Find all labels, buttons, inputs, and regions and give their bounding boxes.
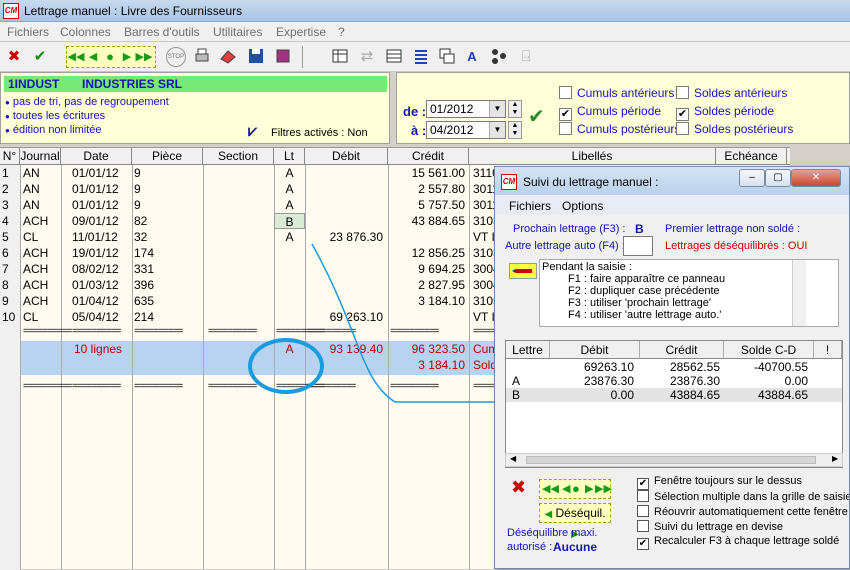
premier-lettrage-label: Premier lettrage non soldé :	[665, 223, 801, 235]
help-line: F1 : faire apparaître ce panneau	[568, 273, 726, 285]
previous-icon: ◀	[544, 509, 553, 520]
col-lettre[interactable]: Lettre	[506, 341, 550, 359]
cell-credit: 23876.30	[669, 374, 720, 388]
col-solde[interactable]: Solde C-D	[724, 341, 814, 359]
scroll-thumb[interactable]	[526, 456, 816, 464]
checkbox-label: Réouvrir automatiquement cette fenêtre	[654, 506, 848, 518]
cell-solde: 0.00	[784, 374, 808, 388]
lettrage-dialog: CM Suivi du lettrage manuel : – ▢ ✕ Fich…	[494, 166, 850, 569]
cell-debit: 0.00	[610, 388, 634, 402]
desequilibres-status: Lettrages déséquilibrés : OUI	[665, 240, 808, 252]
checkbox-box	[637, 505, 649, 517]
pen-icon	[509, 263, 537, 279]
cell-debit: 69263.10	[583, 360, 634, 374]
table-row[interactable]: 69263.10 28562.55 -40700.55	[506, 360, 842, 374]
dialog-rows: 69263.10 28562.55 -40700.55 A 23876.30 23876.…	[506, 360, 842, 420]
autorise-label: autorisé :	[507, 541, 553, 553]
dialog-option-checkbox[interactable]: Suivi du lettrage en devise	[637, 520, 783, 533]
cell-solde: 43884.65	[757, 388, 808, 402]
autre-lettrage-input[interactable]	[623, 236, 653, 256]
cell-credit: 28562.55	[669, 360, 720, 374]
dialog-logo-icon: CM	[501, 174, 517, 190]
col-flag[interactable]: !	[814, 341, 842, 359]
dialog-navigation-group: ◀◀ ◀ ● ▶ ▶▶	[539, 479, 612, 499]
current-icon[interactable]: ●	[572, 481, 580, 496]
minimize-icon[interactable]: –	[739, 169, 765, 187]
autorise-value: Aucune	[553, 540, 598, 554]
help-scrollbar[interactable]	[792, 260, 806, 326]
cell-credit: 43884.65	[669, 388, 720, 402]
dialog-option-checkbox[interactable]: ✔ Recalculer F3 à chaque lettrage soldé	[637, 535, 839, 550]
desequilibre-max-label: Déséquilibre maxi.	[507, 527, 598, 539]
last-icon[interactable]: ▶▶	[595, 482, 612, 495]
checkbox-label: Fenêtre toujours sur le dessus	[654, 475, 802, 487]
lettrage-summary-grid: Lettre Débit Crédit Solde C-D ! 69263.10…	[505, 340, 843, 468]
cancel-icon[interactable]: ✖	[511, 477, 526, 498]
dialog-title-bar: CM Suivi du lettrage manuel : – ▢ ✕	[495, 167, 849, 195]
cell-lettre: B	[512, 388, 521, 402]
desequilibre-button[interactable]: ◀ Déséquil. ▶	[539, 503, 611, 540]
cell-debit: 23876.30	[583, 374, 634, 388]
dialog-option-checkbox[interactable]: Sélection multiple dans la grille de sai…	[637, 490, 849, 503]
dialog-option-checkbox[interactable]: ✔ Fenêtre toujours sur le dessus	[637, 475, 802, 490]
checkbox-label: Suivi du lettrage en devise	[654, 521, 784, 533]
desequilibre-label: Déséquil.	[555, 506, 606, 520]
col-debit[interactable]: Débit	[550, 341, 640, 359]
checkbox-box	[637, 520, 649, 532]
dialog-title: Suivi du lettrage manuel :	[523, 175, 659, 189]
table-row[interactable]: B 0.00 43884.65 43884.65	[506, 388, 842, 402]
dialog-option-checkbox[interactable]: Réouvrir automatiquement cette fenêtre	[637, 505, 848, 518]
dialog-menu-bar: Fichiers Options	[495, 195, 849, 215]
checkbox-label: Sélection multiple dans la grille de sai…	[654, 491, 849, 503]
help-panel: Pendant la saisie : F1 : faire apparaîtr…	[539, 259, 839, 327]
help-line: F3 : utiliser 'prochain lettrage'	[568, 297, 711, 309]
first-icon[interactable]: ◀◀	[542, 482, 559, 495]
scroll-left-icon[interactable]: ◀	[510, 454, 516, 463]
help-line: Pendant la saisie :	[542, 261, 632, 273]
scroll-right-icon[interactable]: ▶	[832, 454, 838, 463]
help-text: Pendant la saisie : F1 : faire apparaîtr…	[542, 261, 802, 321]
autre-lettrage-label: Autre lettrage auto (F4) :	[505, 240, 625, 252]
table-row[interactable]: A 23876.30 23876.30 0.00	[506, 374, 842, 388]
help-line: F2 : dupliquer case précédente	[568, 285, 720, 297]
dialog-menu-options[interactable]: Options	[562, 199, 603, 213]
maximize-icon[interactable]: ▢	[765, 169, 791, 187]
prochain-lettrage-label: Prochain lettrage (F3) :	[513, 223, 626, 235]
cell-lettre: A	[512, 374, 521, 388]
checkbox-box	[637, 490, 649, 502]
checkbox-box: ✔	[637, 538, 649, 550]
close-icon[interactable]: ✕	[791, 169, 841, 187]
checkbox-box: ✔	[637, 478, 649, 490]
dialog-menu-fichiers[interactable]: Fichiers	[509, 199, 551, 213]
help-line: F4 : utiliser 'autre lettrage auto.'	[568, 309, 722, 321]
cell-solde: -40700.55	[753, 360, 808, 374]
prochain-lettrage-value: B	[635, 222, 644, 236]
dialog-options: ✔ Fenêtre toujours sur le dessus Sélection…	[635, 475, 849, 555]
dialog-horizontal-scrollbar[interactable]: ◀ ▶	[505, 453, 843, 467]
col-credit[interactable]: Crédit	[640, 341, 724, 359]
next-icon[interactable]: ▶	[585, 482, 593, 495]
previous-icon[interactable]: ◀	[562, 482, 570, 495]
checkbox-label: Recalculer F3 à chaque lettrage soldé	[654, 535, 840, 547]
cell-lettre	[512, 360, 548, 374]
